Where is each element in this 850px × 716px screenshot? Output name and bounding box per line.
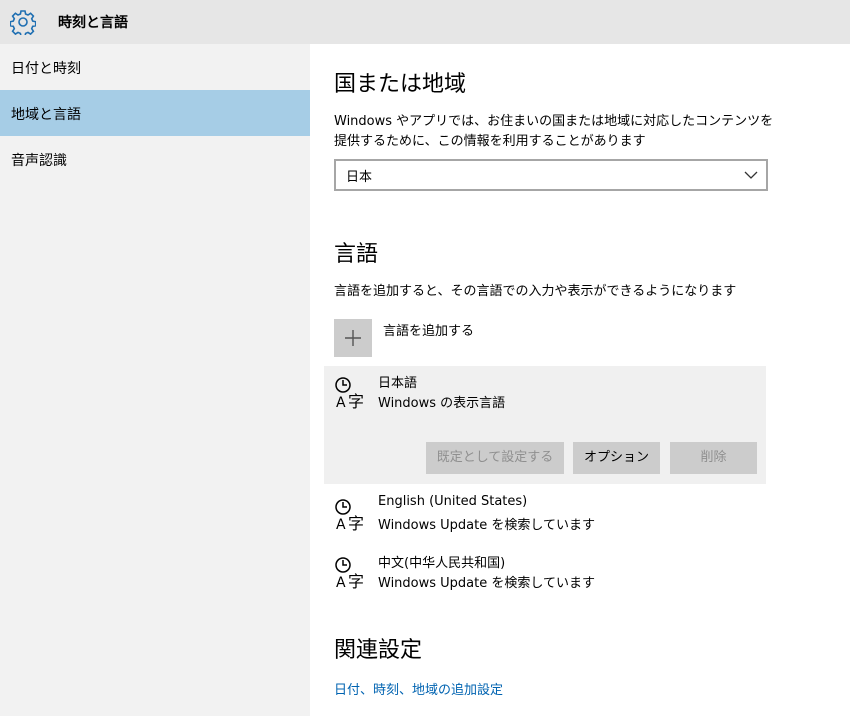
remove-button[interactable]: 削除 xyxy=(670,442,757,474)
language-item-chinese[interactable]: A 字 中文(中华人民共和国) Windows Update を検索しています xyxy=(324,546,766,596)
svg-text:A: A xyxy=(336,575,346,590)
sidebar: 日付と時刻 地域と言語 音声認識 xyxy=(0,44,310,716)
language-name: 日本語 xyxy=(378,376,418,391)
options-button[interactable]: オプション xyxy=(573,442,660,474)
set-default-button[interactable]: 既定として設定する xyxy=(426,442,564,474)
related-settings-heading: 関連設定 xyxy=(334,638,423,663)
main-content: 国または地域 Windows やアプリでは、お住まいの国または地域に対応したコン… xyxy=(310,44,850,716)
svg-text:字: 字 xyxy=(348,392,364,410)
language-name: 中文(中华人民共和国) xyxy=(378,556,506,571)
language-item-english[interactable]: A 字 English (United States) Windows Upda… xyxy=(324,488,766,538)
region-heading: 国または地域 xyxy=(334,72,467,97)
svg-text:字: 字 xyxy=(348,572,364,590)
language-status: Windows の表示言語 xyxy=(378,396,506,411)
sidebar-item-label: 音声認識 xyxy=(11,153,67,169)
language-heading: 言語 xyxy=(334,242,379,267)
svg-text:A: A xyxy=(336,517,346,532)
language-status: Windows Update を検索しています xyxy=(378,518,595,533)
region-description: Windows やアプリでは、お住まいの国または地域に対応したコンテンツを提供す… xyxy=(334,114,774,149)
add-language-label[interactable]: 言語を追加する xyxy=(383,320,474,339)
language-name: English (United States) xyxy=(378,494,528,509)
svg-text:字: 字 xyxy=(348,514,364,532)
language-icon: A 字 xyxy=(335,557,364,590)
title-bar: 時刻と言語 xyxy=(0,0,850,44)
language-icon: A 字 xyxy=(335,377,364,410)
language-item-selected[interactable]: A 字 日本語 Windows の表示言語 既定として設定する オプション 削除 xyxy=(324,366,766,484)
sidebar-item-date-time[interactable]: 日付と時刻 xyxy=(0,44,310,90)
sidebar-item-region-language[interactable]: 地域と言語 xyxy=(0,90,310,136)
sidebar-item-label: 地域と言語 xyxy=(11,107,81,123)
country-dropdown[interactable]: 日本 xyxy=(334,159,768,191)
sidebar-item-label: 日付と時刻 xyxy=(11,61,81,77)
svg-text:A: A xyxy=(336,395,346,410)
language-status: Windows Update を検索しています xyxy=(378,576,595,591)
add-language-button[interactable] xyxy=(334,319,372,357)
gear-icon xyxy=(10,10,36,35)
plus-icon xyxy=(345,330,361,346)
sidebar-item-speech[interactable]: 音声認識 xyxy=(0,136,310,182)
language-icon: A 字 xyxy=(335,499,364,532)
language-description: 言語を追加すると、その言語での入力や表示ができるようになります xyxy=(334,284,737,299)
country-dropdown-value: 日本 xyxy=(346,170,373,185)
window-title: 時刻と言語 xyxy=(58,15,128,31)
additional-date-time-region-settings-link[interactable]: 日付、時刻、地域の追加設定 xyxy=(334,679,503,698)
chevron-down-icon xyxy=(744,171,758,179)
